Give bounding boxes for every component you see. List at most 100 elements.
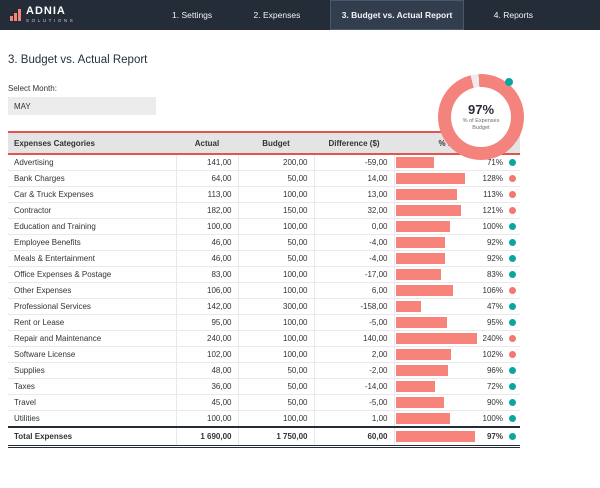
pct-bar-cell (394, 331, 478, 347)
category-cell: Contractor (8, 203, 176, 219)
pct-label-cell: 47% (478, 299, 505, 315)
donut-center: 97% % of Expenses Budget (451, 87, 511, 147)
actual-cell: 106,00 (176, 283, 238, 299)
tab-4[interactable]: 4. Reports (482, 0, 545, 30)
pct-bar-cell (394, 171, 478, 187)
pct-bar (396, 285, 454, 296)
status-dot (509, 287, 516, 294)
pct-bar (396, 301, 422, 312)
budget-cell: 50,00 (238, 379, 314, 395)
category-cell: Office Expenses & Postage (8, 267, 176, 283)
status-dot (509, 175, 516, 182)
pct-bar (396, 349, 451, 360)
status-cell (505, 363, 520, 379)
diff-cell: -158,00 (314, 299, 394, 315)
pct-label-cell: 240% (478, 331, 505, 347)
diff-cell: -59,00 (314, 154, 394, 171)
pct-bar-cell (394, 347, 478, 363)
status-cell (505, 171, 520, 187)
pct-label-cell: 100% (478, 219, 505, 235)
category-cell: Advertising (8, 154, 176, 171)
budget-cell: 50,00 (238, 171, 314, 187)
pct-label-cell: 92% (478, 251, 505, 267)
table-row: Contractor182,00150,0032,00121% (8, 203, 520, 219)
budget-cell: 150,00 (238, 203, 314, 219)
pct-label-cell: 106% (478, 283, 505, 299)
category-cell: Bank Charges (8, 171, 176, 187)
category-cell: Travel (8, 395, 176, 411)
total-pct-bar-cell (394, 427, 478, 446)
diff-cell: -2,00 (314, 363, 394, 379)
budget-cell: 50,00 (238, 363, 314, 379)
donut-caption: % of Expenses Budget (460, 118, 502, 132)
table-row: Meals & Entertainment46,0050,00-4,0092% (8, 251, 520, 267)
actual-cell: 45,00 (176, 395, 238, 411)
header-expenses-categories: Expenses Categories (8, 132, 176, 154)
table-row: Taxes36,0050,00-14,0072% (8, 379, 520, 395)
status-cell (505, 267, 520, 283)
diff-cell: -5,00 (314, 315, 394, 331)
category-cell: Software License (8, 347, 176, 363)
budget-cell: 100,00 (238, 411, 314, 428)
actual-cell: 142,00 (176, 299, 238, 315)
pct-bar (396, 413, 450, 424)
tab-3[interactable]: 3. Budget vs. Actual Report (330, 0, 465, 30)
diff-cell: 0,00 (314, 219, 394, 235)
status-cell (505, 283, 520, 299)
budget-cell: 100,00 (238, 315, 314, 331)
table-row: Professional Services142,00300,00-158,00… (8, 299, 520, 315)
category-cell: Taxes (8, 379, 176, 395)
tab-1[interactable]: 1. Settings (160, 0, 224, 30)
pct-bar (396, 237, 446, 248)
budget-cell: 300,00 (238, 299, 314, 315)
status-dot (509, 207, 516, 214)
actual-cell: 46,00 (176, 235, 238, 251)
status-dot (509, 319, 516, 326)
pct-bar (396, 253, 446, 264)
total-budget: 1 750,00 (238, 427, 314, 446)
budget-cell: 50,00 (238, 235, 314, 251)
status-dot (509, 399, 516, 406)
tab-2[interactable]: 2. Expenses (242, 0, 313, 30)
pct-bar-cell (394, 283, 478, 299)
status-dot (509, 415, 516, 422)
total-actual: 1 690,00 (176, 427, 238, 446)
budget-cell: 200,00 (238, 154, 314, 171)
header-actual: Actual (176, 132, 238, 154)
table-footer: Total Expenses 1 690,00 1 750,00 60,00 9… (8, 427, 520, 446)
status-cell (505, 299, 520, 315)
diff-cell: -4,00 (314, 251, 394, 267)
pct-label-cell: 95% (478, 315, 505, 331)
pct-label-cell: 92% (478, 235, 505, 251)
diff-cell: 140,00 (314, 331, 394, 347)
total-pct-label: 97% (478, 427, 505, 446)
budget-cell: 100,00 (238, 219, 314, 235)
diff-cell: 32,00 (314, 203, 394, 219)
month-select[interactable]: MAY (8, 97, 156, 115)
pct-bar-cell (394, 267, 478, 283)
diff-cell: 13,00 (314, 187, 394, 203)
brand-name: ADNIA (26, 6, 75, 17)
pct-bar (396, 157, 435, 168)
status-cell (505, 315, 520, 331)
status-dot (509, 159, 516, 166)
diff-cell: -17,00 (314, 267, 394, 283)
category-cell: Rent or Lease (8, 315, 176, 331)
status-dot (509, 383, 516, 390)
total-status-dot (509, 433, 516, 440)
diff-cell: -4,00 (314, 235, 394, 251)
table-row: Software License102,00100,002,00102% (8, 347, 520, 363)
category-cell: Professional Services (8, 299, 176, 315)
table-row: Bank Charges64,0050,0014,00128% (8, 171, 520, 187)
actual-cell: 83,00 (176, 267, 238, 283)
pct-bar (396, 381, 435, 392)
status-dot (509, 271, 516, 278)
pct-label-cell: 96% (478, 363, 505, 379)
actual-cell: 46,00 (176, 251, 238, 267)
total-status-cell (505, 427, 520, 446)
main-content: 3. Budget vs. Actual Report Select Month… (0, 54, 600, 448)
category-cell: Utilities (8, 411, 176, 428)
pct-bar (396, 333, 478, 344)
actual-cell: 240,00 (176, 331, 238, 347)
main-nav: 1. Settings 2. Expenses 3. Budget vs. Actu… (160, 0, 545, 30)
